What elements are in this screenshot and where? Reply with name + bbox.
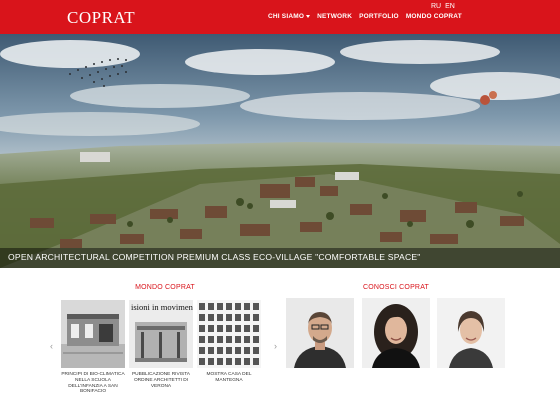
person-portrait — [362, 298, 430, 368]
mondo-coprat-title: MONDO COPRAT — [135, 284, 195, 291]
carousel-prev-arrow[interactable]: ‹ — [50, 341, 53, 351]
nav-item-label: MONDO COPRAT — [405, 13, 462, 20]
school-photo — [61, 300, 125, 368]
hero-caption-bar: OPEN ARCHITECTURAL COMPETITION PREMIUM C… — [0, 248, 560, 268]
team-member-1-photo[interactable] — [286, 298, 354, 368]
mondo-item-1[interactable] — [61, 300, 125, 368]
person-portrait — [437, 298, 505, 368]
mondo-item-1-caption[interactable]: PRINCIPI DI BIO-CLIMATICA NELLA SCUOLA D… — [60, 372, 126, 395]
language-en[interactable]: EN — [445, 3, 455, 10]
hero-caption[interactable]: OPEN ARCHITECTURAL COMPETITION PREMIUM C… — [8, 252, 421, 262]
logo[interactable]: COPRAT — [67, 8, 135, 28]
carousel-next-arrow[interactable]: › — [274, 341, 277, 351]
top-header: COPRAT CHI SIAMO NETWORK PORTFOLIO MONDO… — [0, 0, 560, 34]
magazine-title: isioni in movimen — [131, 302, 193, 312]
conosci-coprat-title: CONOSCI COPRAT — [362, 284, 430, 291]
language-ru[interactable]: RU — [431, 3, 441, 10]
team-member-3-photo[interactable] — [437, 298, 505, 368]
language-switcher: RU EN — [431, 3, 455, 10]
person-portrait — [286, 298, 354, 368]
nav-item-label: PORTFOLIO — [359, 13, 399, 20]
nav-item-mondo-coprat[interactable]: MONDO COPRAT — [406, 13, 462, 20]
main-nav: CHI SIAMO NETWORK PORTFOLIO MONDO COPRAT — [268, 13, 462, 20]
nav-item-chi-siamo[interactable]: CHI SIAMO — [268, 13, 311, 20]
nav-item-label: NETWORK — [317, 13, 353, 20]
nav-item-portfolio[interactable]: PORTFOLIO — [359, 13, 399, 20]
exhibition-graphic — [197, 300, 261, 368]
nav-item-label: CHI SIAMO — [268, 13, 305, 20]
mondo-item-2[interactable]: isioni in movimen — [129, 300, 193, 368]
hero-slider[interactable]: OPEN ARCHITECTURAL COMPETITION PREMIUM C… — [0, 34, 560, 268]
mondo-item-2-caption[interactable]: PUBBLICAZIONE RIVISTA ORDINE ARCHITETTI … — [128, 372, 194, 389]
chevron-down-icon — [306, 14, 311, 18]
nav-item-network[interactable]: NETWORK — [317, 13, 352, 20]
mondo-item-3[interactable] — [197, 300, 261, 368]
team-member-2-photo[interactable] — [362, 298, 430, 368]
mondo-item-3-caption[interactable]: MOSTRA CASA DEL MANTEGNA — [196, 372, 262, 384]
hero-image — [0, 34, 560, 268]
